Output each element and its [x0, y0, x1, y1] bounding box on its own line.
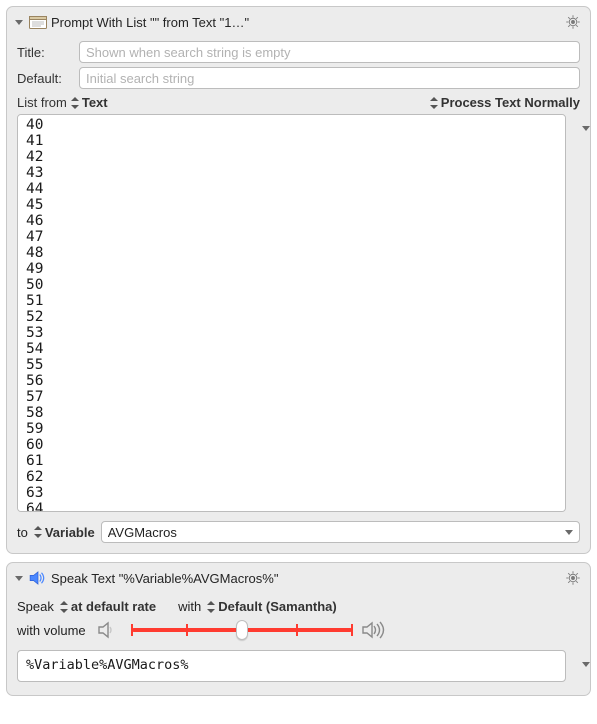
updown-icon [430, 97, 438, 109]
listfrom-selector[interactable]: Text [71, 95, 108, 110]
default-input[interactable] [79, 67, 580, 89]
action-title: Prompt With List "" from Text "1…" [51, 15, 558, 30]
volume-high-icon [362, 620, 388, 640]
process-text-selector[interactable]: Process Text Normally [430, 95, 580, 110]
disclosure-toggle[interactable] [13, 16, 25, 28]
action-prompt-with-list: Prompt With List "" from Text "1…" Title… [6, 6, 591, 554]
speaker-icon [29, 570, 47, 586]
with-label: with [178, 599, 201, 614]
slider-tick [186, 624, 188, 636]
gear-icon[interactable] [562, 567, 584, 589]
updown-icon [60, 601, 68, 613]
updown-icon [34, 526, 42, 538]
slider-tick [131, 624, 133, 636]
to-kind-selector[interactable]: Variable [34, 525, 95, 540]
insert-token-button[interactable] [580, 120, 592, 136]
title-label: Title: [17, 45, 73, 60]
list-text-area[interactable] [17, 114, 566, 512]
volume-low-icon [96, 620, 122, 640]
prompt-list-icon [29, 14, 47, 30]
insert-token-button[interactable] [580, 656, 592, 672]
updown-icon [71, 97, 79, 109]
voice-selector[interactable]: Default (Samantha) [207, 599, 336, 614]
voice-value: Default (Samantha) [218, 599, 336, 614]
title-input[interactable] [79, 41, 580, 63]
disclosure-toggle[interactable] [13, 572, 25, 584]
action-title: Speak Text "%Variable%AVGMacros%" [51, 571, 558, 586]
variable-name-input[interactable] [101, 521, 580, 543]
speak-text-area[interactable] [17, 650, 566, 682]
to-label: to [17, 525, 28, 540]
default-label: Default: [17, 71, 73, 86]
process-text-label: Process Text Normally [441, 95, 580, 110]
speak-rate-value: at default rate [71, 599, 156, 614]
listfrom-value: Text [82, 95, 108, 110]
action-header: Speak Text "%Variable%AVGMacros%" [7, 563, 590, 591]
gear-icon[interactable] [562, 11, 584, 33]
slider-thumb[interactable] [236, 620, 248, 640]
updown-icon [207, 601, 215, 613]
volume-slider[interactable] [132, 620, 352, 640]
variable-picker-button[interactable] [562, 525, 576, 539]
speak-rate-selector[interactable]: at default rate [60, 599, 156, 614]
action-header: Prompt With List "" from Text "1…" [7, 7, 590, 35]
speak-label: Speak [17, 599, 54, 614]
volume-label: with volume [17, 623, 86, 638]
action-speak-text: Speak Text "%Variable%AVGMacros%" Speak [6, 562, 591, 696]
listfrom-label: List from [17, 95, 67, 110]
slider-tick [351, 624, 353, 636]
slider-tick [296, 624, 298, 636]
to-kind-value: Variable [45, 525, 95, 540]
